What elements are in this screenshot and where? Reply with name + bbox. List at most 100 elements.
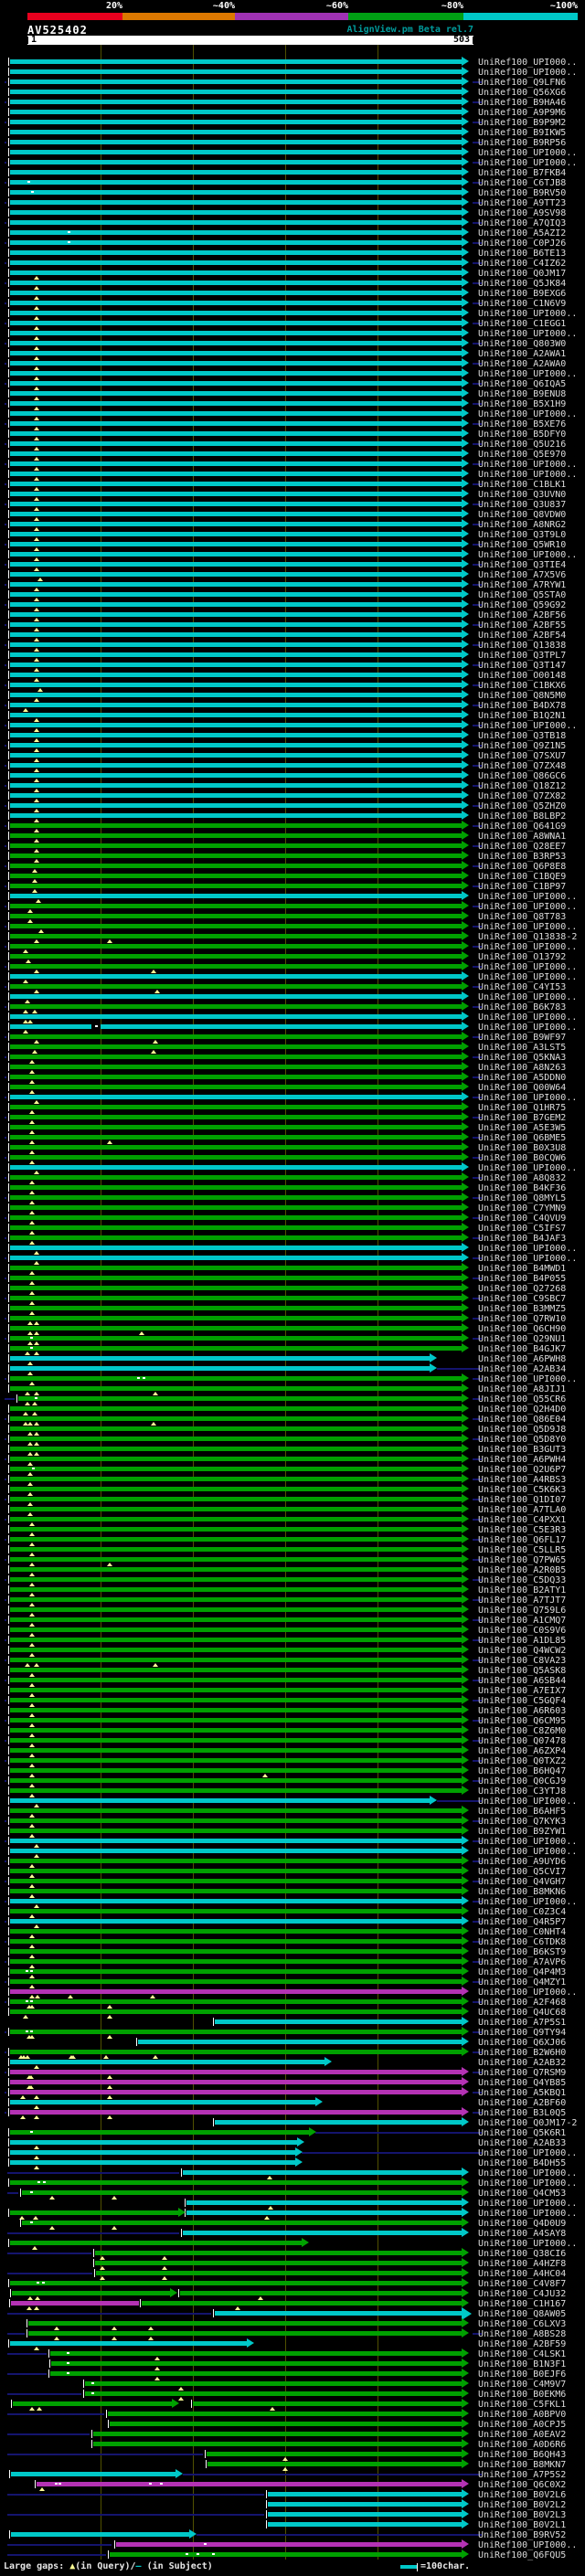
hit-label[interactable]: UniRef100_B6TE13 <box>478 249 566 259</box>
hit-bar[interactable] <box>10 2341 247 2346</box>
hit-bar[interactable] <box>10 291 462 295</box>
hit-bar[interactable] <box>10 622 462 627</box>
hit-bar[interactable] <box>10 1949 462 1954</box>
hit-label[interactable]: UniRef100_Q7ZX82 <box>478 791 566 801</box>
hit-bar[interactable] <box>93 2432 462 2436</box>
hit-label[interactable]: UniRef100_Q86GC6 <box>478 771 566 781</box>
hit-bar[interactable] <box>10 351 462 355</box>
hit-label[interactable]: UniRef100_A2BF60 <box>478 2098 566 2108</box>
hit-label[interactable]: UniRef100_Q4R5P7 <box>478 1917 566 1927</box>
hit-bar[interactable] <box>10 1899 462 1903</box>
hit-bar[interactable] <box>10 1225 462 1230</box>
hit-label[interactable]: UniRef100_Q5CVI7 <box>478 1867 566 1877</box>
hit-bar[interactable] <box>215 2120 462 2125</box>
hit-bar[interactable] <box>10 793 462 798</box>
hit-label[interactable]: UniRef100_Q13838 <box>478 641 566 651</box>
hit-bar[interactable] <box>10 2100 315 2104</box>
hit-bar[interactable] <box>85 2391 462 2396</box>
hit-bar[interactable] <box>268 2522 462 2527</box>
hit-label[interactable]: UniRef100_UPI000.. <box>478 972 577 982</box>
hit-label[interactable]: UniRef100_UPI000.. <box>478 2239 577 2249</box>
hit-label[interactable]: UniRef100_A6SB44 <box>478 1676 566 1686</box>
hit-bar[interactable] <box>10 1004 462 1009</box>
hit-label[interactable]: UniRef100_A8JIJ1 <box>478 1384 566 1394</box>
hit-label[interactable]: UniRef100_UPI000.. <box>478 550 577 560</box>
hit-label[interactable]: UniRef100_A5AZI2 <box>478 228 566 239</box>
hit-label[interactable]: UniRef100_Q9Z1N5 <box>478 741 566 751</box>
hit-label[interactable]: UniRef100_UPI000.. <box>478 1244 577 1254</box>
hit-label[interactable]: UniRef100_Q9LFN6 <box>478 78 566 88</box>
hit-label[interactable]: UniRef100_B4JAF3 <box>478 1234 566 1244</box>
hit-bar[interactable] <box>207 2462 462 2466</box>
hit-bar[interactable] <box>10 1406 462 1411</box>
hit-bar[interactable] <box>207 2452 462 2456</box>
hit-label[interactable]: UniRef100_B3GUT3 <box>478 1445 566 1455</box>
hit-bar[interactable] <box>10 240 462 245</box>
hit-bar[interactable] <box>10 210 462 215</box>
hit-label[interactable]: UniRef100_Q59G92 <box>478 600 566 610</box>
hit-label[interactable]: UniRef100_A5DDN0 <box>478 1073 566 1083</box>
hit-label[interactable]: UniRef100_A3LST5 <box>478 1043 566 1053</box>
hit-label[interactable]: UniRef100_UPI000.. <box>478 902 577 912</box>
hit-label[interactable]: UniRef100_UPI000.. <box>478 309 577 319</box>
hit-bar[interactable] <box>10 2241 302 2245</box>
hit-bar[interactable] <box>22 2221 462 2225</box>
hit-bar[interactable] <box>10 1859 462 1863</box>
hit-label[interactable]: UniRef100_UPI000.. <box>478 1837 577 1847</box>
hit-label[interactable]: UniRef100_A7EIX7 <box>478 1686 566 1696</box>
hit-label[interactable]: UniRef100_A2AB34 <box>478 1364 566 1374</box>
hit-bar[interactable] <box>10 853 462 858</box>
hit-label[interactable]: UniRef100_UPI000.. <box>478 470 577 480</box>
hit-bar[interactable] <box>186 2210 462 2215</box>
hit-bar[interactable] <box>10 1386 462 1391</box>
hit-label[interactable]: UniRef100_Q8MYL5 <box>478 1193 566 1203</box>
hit-bar[interactable] <box>10 1155 462 1160</box>
hit-label[interactable]: UniRef100_A8N263 <box>478 1063 566 1073</box>
hit-label[interactable]: UniRef100_Q4CM53 <box>478 2189 566 2199</box>
hit-label[interactable]: UniRef100_A8WNA1 <box>478 832 566 842</box>
hit-label[interactable]: UniRef100_C1EGG1 <box>478 319 566 329</box>
hit-bar[interactable] <box>50 2351 462 2356</box>
hit-label[interactable]: UniRef100_B5X1H9 <box>478 399 566 409</box>
hit-bar[interactable] <box>10 1497 462 1501</box>
hit-label[interactable]: UniRef100_UPI000.. <box>478 1897 577 1907</box>
hit-label[interactable]: UniRef100_B0V2L3 <box>478 2510 566 2520</box>
hit-bar[interactable] <box>10 1989 462 1994</box>
hit-label[interactable]: UniRef100_Q8VDW0 <box>478 510 566 520</box>
hit-bar[interactable] <box>10 2150 295 2155</box>
hit-label[interactable]: UniRef100_B0V2L2 <box>478 2500 566 2510</box>
hit-label[interactable]: UniRef100_B0EJF6 <box>478 2369 566 2380</box>
hit-bar[interactable] <box>110 2552 462 2557</box>
hit-bar[interactable] <box>13 2401 172 2406</box>
hit-bar[interactable] <box>10 683 462 687</box>
hit-label[interactable]: UniRef100_A2AWA1 <box>478 349 566 359</box>
hit-label[interactable]: UniRef100_Q7KYK3 <box>478 1817 566 1827</box>
hit-bar[interactable] <box>10 1095 462 1099</box>
hit-label[interactable]: UniRef100_UPI000.. <box>478 1988 577 1998</box>
hit-bar[interactable] <box>10 1296 462 1300</box>
hit-label[interactable]: UniRef100_Q3T9L0 <box>478 530 566 540</box>
hit-bar[interactable] <box>10 1366 430 1371</box>
hit-bar[interactable] <box>10 914 462 918</box>
hit-label[interactable]: UniRef100_A8NRG2 <box>478 520 566 530</box>
hit-label[interactable]: UniRef100_Q7SXU7 <box>478 751 566 761</box>
hit-bar[interactable] <box>10 1416 462 1421</box>
hit-label[interactable]: UniRef100_C7YMN9 <box>478 1203 566 1214</box>
hit-label[interactable]: UniRef100_Q29NU1 <box>478 1334 566 1344</box>
hit-bar[interactable] <box>10 1959 462 1964</box>
hit-bar[interactable] <box>10 1125 462 1129</box>
hit-bar[interactable] <box>10 1024 91 1029</box>
hit-bar[interactable] <box>11 2472 176 2476</box>
hit-label[interactable]: UniRef100_UPI000.. <box>478 721 577 731</box>
hit-bar[interactable] <box>10 482 462 486</box>
hit-label[interactable]: UniRef100_C4IZ62 <box>478 259 566 269</box>
hit-bar[interactable] <box>10 1246 462 1250</box>
hit-bar[interactable] <box>10 1065 462 1069</box>
hit-bar[interactable] <box>10 1467 462 1471</box>
hit-label[interactable]: UniRef100_A0CPJ5 <box>478 2420 566 2430</box>
hit-bar[interactable] <box>93 2442 462 2446</box>
hit-bar[interactable] <box>10 411 462 416</box>
hit-label[interactable]: UniRef100_C0Z3C4 <box>478 1907 566 1917</box>
hit-label[interactable]: UniRef100_B3L0Q5 <box>478 2108 566 2118</box>
hit-bar[interactable] <box>10 843 462 848</box>
